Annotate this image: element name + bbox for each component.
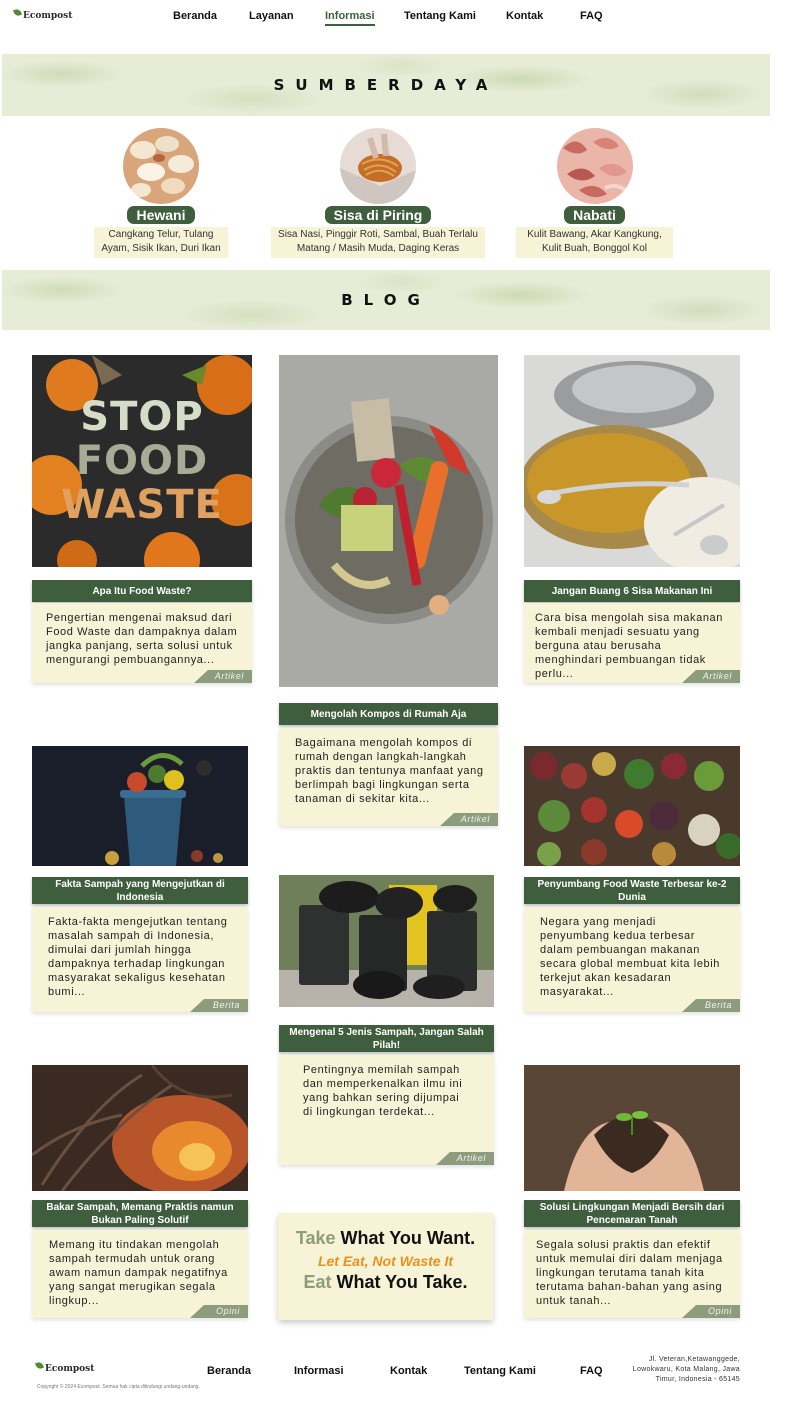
card-title[interactable]: Solusi Lingkungan Menjadi Bersih dari Pe… [524,1200,740,1227]
leftover-plate-image [340,128,416,204]
blog-card-penyumbang[interactable]: Negara yang menjadi penyumbang kedua ter… [524,907,740,1012]
card-title[interactable]: Mengolah Kompos di Rumah Aja [279,703,498,725]
card-tag[interactable]: Artikel [440,813,498,826]
resource-sisa-di-piring[interactable]: Sisa di Piring Sisa Nasi, Pinggir Roti, … [271,128,485,258]
eggshell-image [123,128,199,204]
nav-layanan[interactable]: Layanan [249,10,294,22]
footer-nav-tentang-kami[interactable]: Tentang Kami [464,1365,536,1377]
nav-beranda[interactable]: Beranda [173,10,217,22]
resource-nabati[interactable]: Nabati Kulit Bawang, Akar Kangkung, Kuli… [516,128,673,258]
nav-kontak[interactable]: Kontak [506,10,543,22]
card-tag[interactable]: Berita [682,999,740,1012]
resource-desc: Sisa Nasi, Pinggir Roti, Sambal, Buah Te… [271,227,485,258]
quote-what-you-want: What You Want. [340,1228,476,1248]
onion-skin-image [556,128,633,204]
blog-title: BLOG [341,291,431,309]
poster-word-food: FOOD [75,438,209,484]
garbage-bags-image[interactable] [279,875,494,1007]
resource-desc: Kulit Bawang, Akar Kangkung, Kulit Buah,… [516,227,673,258]
card-excerpt: Segala solusi praktis dan efektif untuk … [536,1239,723,1307]
poster-word-waste: WASTE [61,482,223,528]
card-tag[interactable]: Berita [190,999,248,1012]
vegetable-pile-image[interactable] [524,746,740,866]
blog-card-sisa-makanan[interactable]: Cara bisa mengolah sisa makanan kembali … [524,603,740,683]
card-title[interactable]: Fakta Sampah yang Mengejutkan di Indones… [32,877,248,904]
footer-nav-informasi[interactable]: Informasi [294,1365,344,1377]
leaf-icon [35,1361,44,1370]
card-title[interactable]: Jangan Buang 6 Sisa Makanan Ini [524,580,740,602]
main-nav: Beranda Layanan Informasi Tentang Kami K… [0,10,791,30]
resource-desc: Cangkang Telur, Tulang Ayam, Sisik Ikan,… [94,227,228,258]
burning-waste-image[interactable] [32,1065,248,1191]
copyright: Copyright © 2024 Ecompost. Semua hak cip… [37,1384,200,1390]
blog-card-kompos[interactable]: Bagaimana mengolah kompos di rumah denga… [279,728,498,826]
card-tag[interactable]: Artikel [436,1152,494,1165]
soil-heart-image[interactable] [524,1065,740,1191]
footer-nav-faq[interactable]: FAQ [580,1365,603,1377]
card-excerpt: Negara yang menjadi penyumbang kedua ter… [540,916,721,998]
card-title[interactable]: Bakar Sampah, Memang Praktis namun Bukan… [32,1200,248,1227]
quote-card: Take What You Want. Let Eat, Not Waste I… [278,1213,493,1320]
brand-name: Ecompost [45,1363,95,1374]
quote-take: Take [295,1228,336,1248]
blog-card-jenis-sampah[interactable]: Pentingnya memilah sampah dan memperkena… [279,1055,494,1165]
quote-line-3: Eat What You Take. [278,1272,493,1293]
quote-line-2: Let Eat, Not Waste It [317,1253,454,1269]
card-excerpt: Memang itu tindakan mengolah sampah term… [49,1239,228,1307]
footer-logo[interactable]: Ecompost [35,1361,95,1375]
nav-tentang-kami[interactable]: Tentang Kami [404,10,476,22]
nav-faq[interactable]: FAQ [580,10,603,22]
blog-card-solusi[interactable]: Segala solusi praktis dan efektif untuk … [524,1230,740,1318]
footer-address: Jl. Veteran,Ketawanggede, Lowokwaru, Kot… [632,1356,740,1383]
card-title[interactable]: Apa Itu Food Waste? [32,580,252,602]
resource-label: Nabati [564,206,625,224]
card-tag[interactable]: Artikel [194,670,252,683]
footer-nav-beranda[interactable]: Beranda [207,1365,251,1377]
resource-label: Sisa di Piring [324,206,432,224]
quote-what-you-take: What You Take. [336,1272,468,1292]
dirty-dishes-image[interactable] [524,355,740,567]
card-tag[interactable]: Artikel [682,670,740,683]
resource-hewani[interactable]: Hewani Cangkang Telur, Tulang Ayam, Sisi… [94,128,228,258]
card-tag[interactable]: Opini [682,1305,740,1318]
blog-card-food-waste[interactable]: Pengertian mengenai maksud dari Food Was… [32,603,252,683]
nav-informasi[interactable]: Informasi [325,10,375,26]
card-title[interactable]: Mengenal 5 Jenis Sampah, Jangan Salah Pi… [279,1025,494,1052]
quote-eat: Eat [303,1272,332,1292]
card-excerpt: Pentingnya memilah sampah dan memperkena… [303,1064,463,1118]
poster-word-stop: STOP [80,394,204,440]
sumberdaya-title: SUMBERDAYA [273,76,499,94]
card-excerpt: Fakta-fakta mengejutkan tentang masalah … [48,916,228,998]
stop-food-waste-image[interactable]: STOP FOOD WASTE [32,355,252,567]
trash-bin-food-image[interactable] [32,746,248,866]
blog-banner: BLOG [2,270,770,330]
card-excerpt: Cara bisa mengolah sisa makanan kembali … [535,612,723,680]
sumberdaya-banner: SUMBERDAYA [2,54,770,116]
blog-card-bakar-sampah[interactable]: Memang itu tindakan mengolah sampah term… [32,1230,248,1318]
card-excerpt: Bagaimana mengolah kompos di rumah denga… [295,737,484,805]
resource-label: Hewani [127,206,195,224]
quote-line-1: Take What You Want. [278,1228,493,1249]
card-tag[interactable]: Opini [190,1305,248,1318]
card-excerpt: Pengertian mengenai maksud dari Food Was… [46,612,238,666]
blog-card-fakta-sampah[interactable]: Fakta-fakta mengejutkan tentang masalah … [32,907,248,1012]
card-title[interactable]: Penyumbang Food Waste Terbesar ke-2 Duni… [524,877,740,904]
footer-nav-kontak[interactable]: Kontak [390,1365,427,1377]
compost-bowl-image[interactable] [279,355,498,687]
